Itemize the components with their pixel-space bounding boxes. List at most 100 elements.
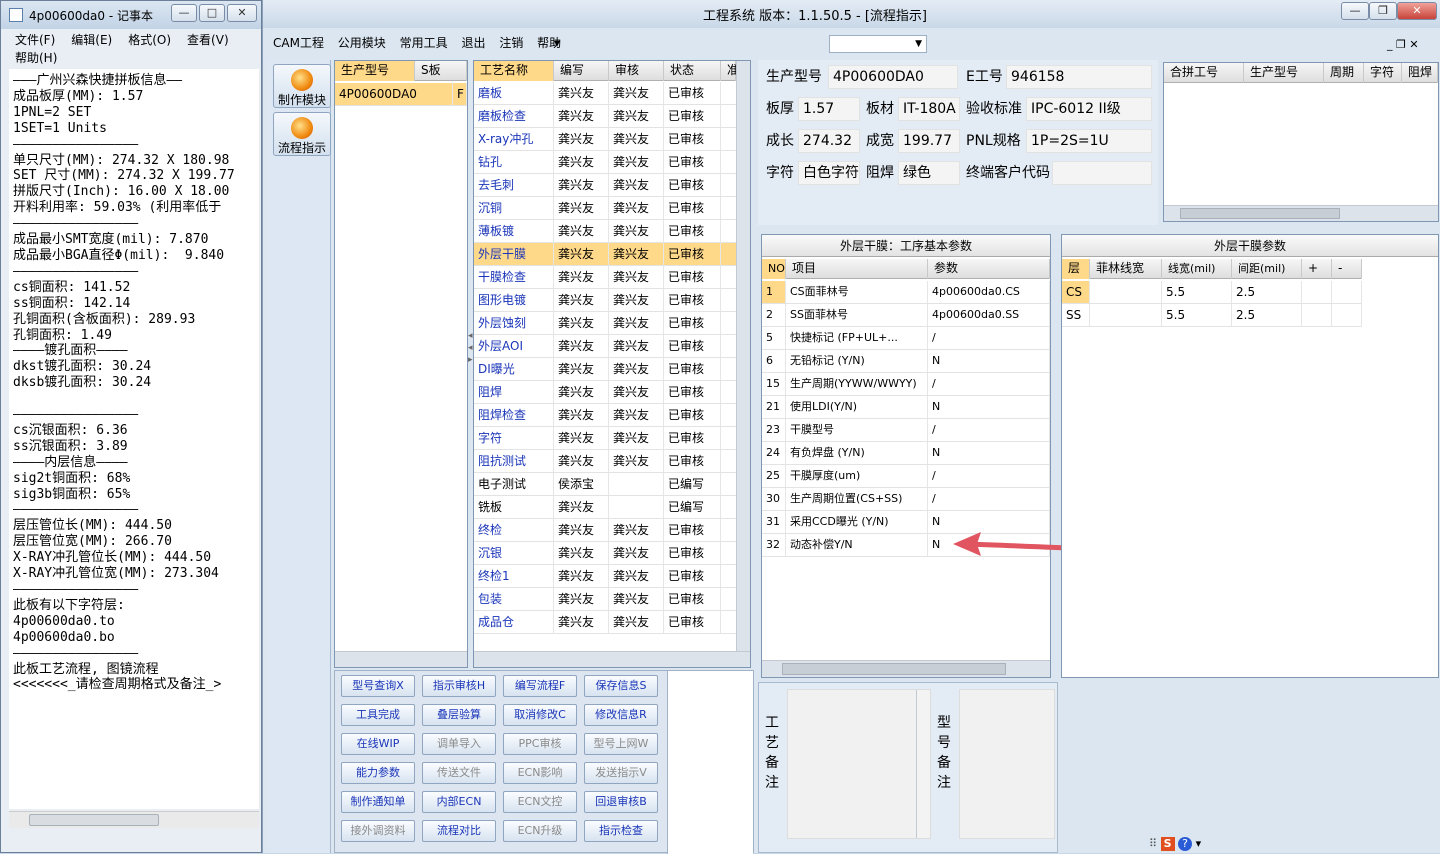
col-merge-mask[interactable]: 阻焊 — [1402, 63, 1438, 83]
process-row[interactable]: 成品仓 龚兴友 龚兴友 已审核 — [474, 611, 736, 634]
value-pnl[interactable]: 1P=2S=1U — [1026, 129, 1152, 153]
value-mask[interactable]: 绿色 — [898, 161, 960, 185]
process-notes-input[interactable] — [787, 689, 931, 839]
mdi-controls[interactable]: _ ❐ ✕ — [1387, 34, 1419, 56]
film-row[interactable]: CS 5.5 2.5 — [1062, 281, 1362, 304]
value-length[interactable]: 274.32 — [798, 129, 860, 153]
process-row[interactable]: 干膜检查 龚兴友 龚兴友 已审核 — [474, 266, 736, 289]
process-row[interactable]: 终检1 龚兴友 龚兴友 已审核 — [474, 565, 736, 588]
value-char[interactable]: 白色字符 — [798, 161, 860, 185]
chevron-down-icon[interactable]: ▾ — [1196, 837, 1202, 850]
action-button[interactable]: ECN文控 — [503, 791, 577, 813]
scroll-thumb[interactable] — [782, 663, 1006, 675]
process-row[interactable]: 外层干膜 龚兴友 龚兴友 已审核 — [474, 243, 736, 266]
process-row[interactable]: 薄板镀 龚兴友 龚兴友 已审核 — [474, 220, 736, 243]
action-button[interactable]: 发送指示V — [584, 762, 658, 784]
value-material[interactable]: IT-180A — [898, 97, 960, 121]
notepad-titlebar[interactable]: 4p00600da0 - 记事本 — □ ✕ — [1, 1, 261, 29]
col-spacing[interactable]: 间距(mil) — [1232, 259, 1302, 279]
menu-exit[interactable]: 退出 — [461, 36, 485, 50]
process-vscrollbar[interactable] — [736, 61, 750, 651]
model-notes-input[interactable] — [959, 689, 1055, 839]
param-row[interactable]: 1 CS面菲林号 4p00600da0.CS — [762, 281, 1050, 304]
param-row[interactable]: 15 生产周期(YYWW/WWYY) / — [762, 373, 1050, 396]
basic-params-hscrollbar[interactable] — [762, 660, 1050, 677]
action-button[interactable]: 传送文件 — [422, 762, 496, 784]
action-button[interactable]: 叠层验算 — [422, 704, 496, 726]
action-button[interactable]: 回退审核B — [584, 791, 658, 813]
process-row[interactable]: 阻抗测试 龚兴友 龚兴友 已审核 — [474, 450, 736, 473]
process-row[interactable]: DI曝光 龚兴友 龚兴友 已审核 — [474, 358, 736, 381]
toolbar-dropdown[interactable]: ▼ — [829, 35, 927, 53]
process-row[interactable]: 钻孔 龚兴友 龚兴友 已审核 — [474, 151, 736, 174]
restore-button[interactable]: ❐ — [1369, 2, 1397, 20]
action-button[interactable]: 在线WIP — [341, 733, 415, 755]
action-button[interactable]: 指示检查 — [584, 820, 658, 842]
action-button[interactable]: 编写流程F — [503, 675, 577, 697]
col-param[interactable]: 参数 — [928, 259, 1050, 279]
col-merge-char[interactable]: 字符 — [1364, 63, 1402, 83]
process-row[interactable]: 外层蚀刻 龚兴友 龚兴友 已审核 — [474, 312, 736, 335]
action-button[interactable]: ECN影响 — [503, 762, 577, 784]
close-button[interactable]: ✕ — [1397, 2, 1437, 20]
value-width[interactable]: 199.77 — [898, 129, 960, 153]
menu-tools[interactable]: 常用工具 — [400, 36, 448, 50]
col-plus[interactable]: + — [1302, 259, 1332, 279]
module-button[interactable]: 制作模块 — [273, 64, 331, 108]
minimize-button[interactable]: — — [1341, 2, 1369, 20]
param-row[interactable]: 24 有负焊盘 (Y/N) N — [762, 442, 1050, 465]
sogou-icon[interactable]: S — [1160, 837, 1175, 851]
value-e-no[interactable]: 946158 — [1006, 65, 1152, 89]
process-row[interactable]: 磨板 龚兴友 龚兴友 已审核 — [474, 82, 736, 105]
action-button[interactable]: 型号查询X — [341, 675, 415, 697]
param-row[interactable]: 23 干膜型号 / — [762, 419, 1050, 442]
menu-edit[interactable]: 编辑(E) — [71, 33, 112, 47]
process-row[interactable]: 电子测试 侯添宝 已编写 — [474, 473, 736, 496]
process-row[interactable]: 阻焊 龚兴友 龚兴友 已审核 — [474, 381, 736, 404]
col-line-width[interactable]: 线宽(mil) — [1162, 259, 1232, 279]
col-merge-prod[interactable]: 生产型号 — [1244, 63, 1324, 83]
action-button[interactable]: 流程对比 — [422, 820, 496, 842]
chevron-down-icon[interactable]: ▾ — [554, 32, 560, 54]
action-button[interactable]: 保存信息S — [584, 675, 658, 697]
value-standard[interactable]: IPC-6012 II级 — [1026, 97, 1152, 121]
close-button[interactable]: ✕ — [227, 4, 257, 22]
col-layer[interactable]: 层 — [1062, 259, 1090, 279]
menu-cam[interactable]: CAM工程 — [273, 36, 324, 50]
menu-view[interactable]: 查看(V) — [187, 33, 229, 47]
col-process-name[interactable]: 工艺名称 — [474, 61, 554, 81]
value-customer[interactable] — [1052, 161, 1152, 185]
process-row[interactable]: 外层AOI 龚兴友 龚兴友 已审核 — [474, 335, 736, 358]
col-merge-period[interactable]: 周期 — [1324, 63, 1364, 83]
param-row[interactable]: 30 生产周期位置(CS+SS) / — [762, 488, 1050, 511]
process-row[interactable]: 铣板 龚兴友 已编写 — [474, 496, 736, 519]
menu-file[interactable]: 文件(F) — [15, 33, 55, 47]
param-row[interactable]: 6 无铅标记 (Y/N) N — [762, 350, 1050, 373]
col-no[interactable]: NO — [762, 259, 786, 279]
col-writer[interactable]: 编写 — [554, 61, 609, 81]
col-item[interactable]: 项目 — [786, 259, 928, 279]
process-row[interactable]: 终检 龚兴友 龚兴友 已审核 — [474, 519, 736, 542]
col-film-width[interactable]: 菲林线宽 — [1090, 259, 1162, 279]
product-hscrollbar[interactable] — [335, 651, 467, 667]
col-product-no[interactable]: 生产型号 — [335, 61, 415, 81]
process-row[interactable]: 包装 龚兴友 龚兴友 已审核 — [474, 588, 736, 611]
merge-hscrollbar[interactable] — [1164, 205, 1438, 221]
action-button[interactable]: 型号上网W — [584, 733, 658, 755]
col-s-board[interactable]: S板 — [415, 61, 467, 81]
col-reviewer[interactable]: 审核 — [609, 61, 664, 81]
process-hscrollbar[interactable] — [474, 651, 750, 667]
action-button[interactable]: 修改信息R — [584, 704, 658, 726]
notepad-text-area[interactable]: ———广州兴森快捷拼板信息—— 成品板厚(MM): 1.57 1PNL=2 SE… — [9, 69, 259, 809]
product-row[interactable]: 4P00600DA0 F — [335, 83, 467, 106]
action-button[interactable]: 内部ECN — [422, 791, 496, 813]
action-button[interactable]: 接外调资料 — [341, 820, 415, 842]
col-minus[interactable]: - — [1332, 259, 1362, 279]
process-row[interactable]: 沉银 龚兴友 龚兴友 已审核 — [474, 542, 736, 565]
process-row[interactable]: 沉铜 龚兴友 龚兴友 已审核 — [474, 197, 736, 220]
menu-format[interactable]: 格式(O) — [128, 33, 171, 47]
col-extra[interactable]: 准 — [721, 61, 739, 81]
value-thickness[interactable]: 1.57 — [798, 97, 860, 121]
process-row[interactable]: 阻焊检查 龚兴友 龚兴友 已审核 — [474, 404, 736, 427]
process-guide-button[interactable]: 流程指示 — [273, 112, 331, 156]
